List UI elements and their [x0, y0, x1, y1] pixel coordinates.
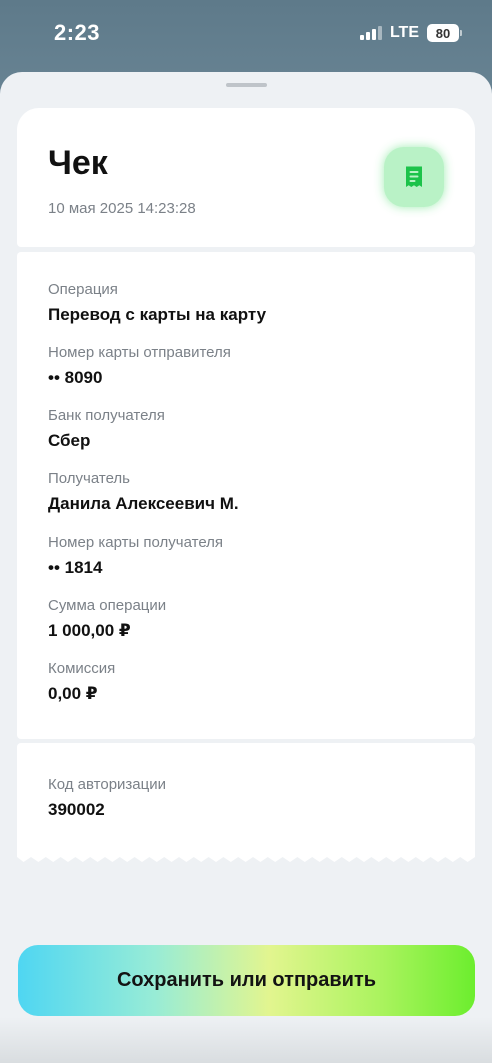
- status-indicators: LTE 80: [359, 22, 462, 44]
- detail-value: Перевод с карты на карту: [48, 305, 267, 324]
- detail-recipient: Получатель Данила Алексеевич М.: [48, 470, 239, 514]
- detail-label: Код авторизации: [48, 776, 166, 793]
- detail-value: Данила Алексеевич М.: [48, 494, 239, 513]
- status-time: 2:23: [54, 20, 101, 45]
- receipt-details-card: Операция Перевод с карты на карту Номер …: [17, 252, 475, 739]
- network-type: LTE: [389, 24, 419, 41]
- detail-value: 0,00 ₽: [48, 684, 98, 703]
- detail-value: •• 8090: [48, 368, 103, 387]
- detail-amount: Сумма операции 1 000,00 ₽: [48, 597, 166, 641]
- detail-auth-code: Код авторизации 390002: [48, 776, 166, 820]
- detail-value: 390002: [48, 800, 105, 819]
- detail-label: Номер карты отправителя: [48, 344, 231, 361]
- detail-value: •• 1814: [48, 558, 103, 577]
- save-or-send-button[interactable]: Сохранить или отправить: [18, 945, 475, 1016]
- detail-label: Номер карты получателя: [48, 534, 224, 551]
- detail-label: Банк получателя: [48, 407, 165, 424]
- detail-label: Комиссия: [48, 660, 116, 677]
- receipt-torn-edge: [17, 855, 475, 862]
- detail-label: Операция: [48, 281, 118, 298]
- detail-value: 1 000,00 ₽: [48, 621, 131, 640]
- receipt-badge: [384, 147, 444, 207]
- detail-label: Сумма операции: [48, 597, 167, 614]
- receipt-sheet: Чек 10 мая 2025 14:23:28 Операция Перево…: [0, 72, 492, 1063]
- signal-icon: [359, 26, 382, 40]
- receipt-date: 10 мая 2025 14:23:28: [48, 200, 196, 217]
- detail-commission: Комиссия 0,00 ₽: [48, 660, 115, 704]
- detail-operation: Операция Перевод с карты на карту: [48, 281, 266, 325]
- page-title: Чек: [48, 144, 108, 182]
- status-bar: 2:23 LTE 80: [0, 0, 492, 70]
- detail-recipient-card: Номер карты получателя •• 1814: [48, 534, 223, 578]
- detail-recipient-bank: Банк получателя Сбер: [48, 407, 165, 451]
- detail-label: Получатель: [48, 470, 130, 487]
- sheet-grabber[interactable]: [226, 83, 267, 87]
- detail-sender-card: Номер карты отправителя •• 8090: [48, 344, 231, 388]
- battery-level: 80: [427, 24, 459, 42]
- receipt-header-card: Чек 10 мая 2025 14:23:28: [17, 108, 475, 247]
- detail-value: Сбер: [48, 431, 91, 450]
- auth-code-card: Код авторизации 390002: [17, 743, 475, 862]
- receipt-icon: [406, 166, 422, 187]
- battery-icon: 80: [427, 24, 462, 42]
- bottom-fade: [0, 1017, 492, 1063]
